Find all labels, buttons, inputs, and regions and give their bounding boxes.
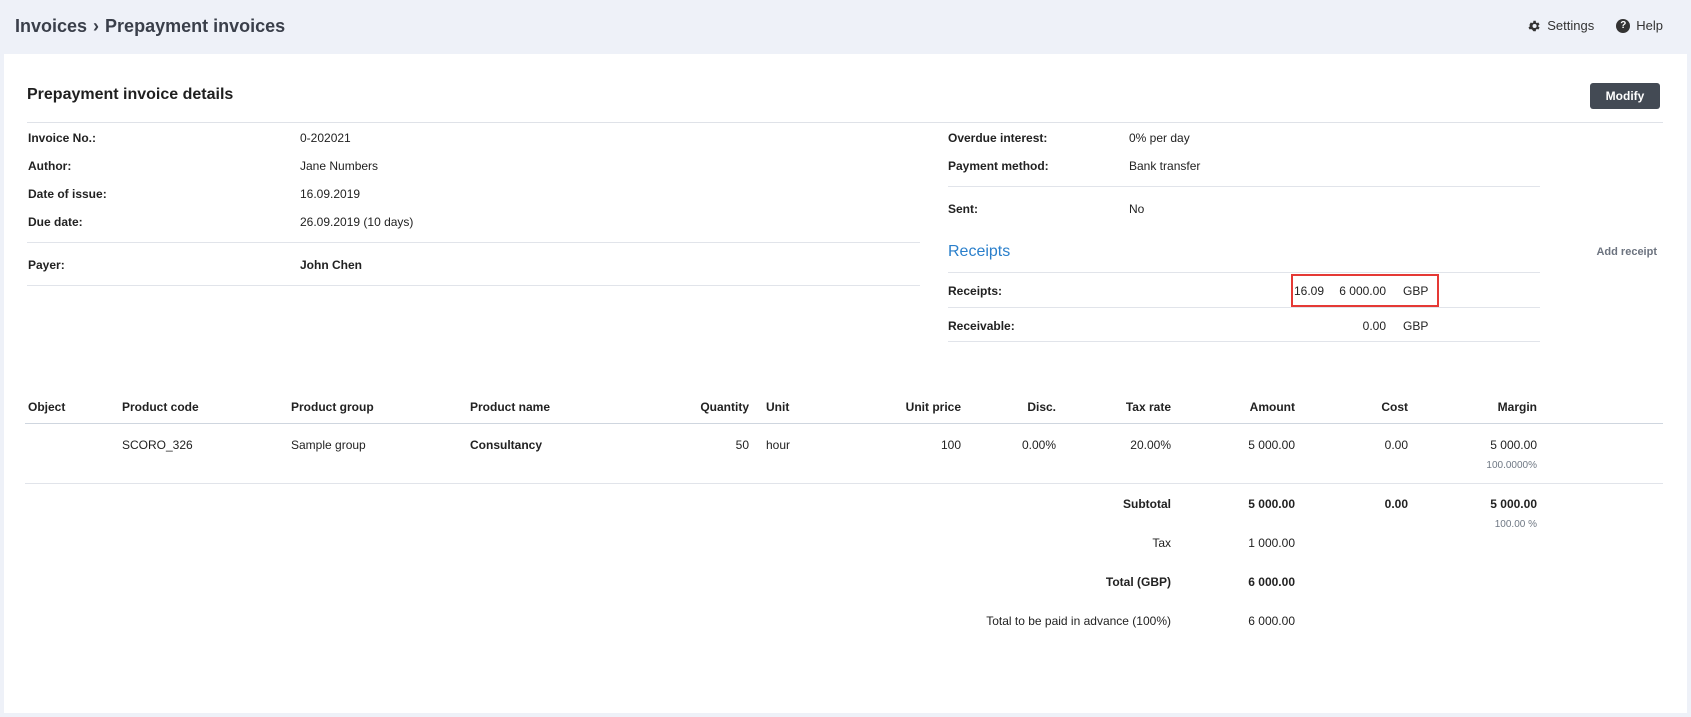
subtotal-cost: 0.00 [1384,497,1408,511]
table-row-divider [25,483,1663,484]
receivable-label: Receivable: [948,319,1015,333]
overdue-interest-value: 0% per day [1129,131,1190,145]
advance-total-label: Total to be paid in advance (100%) [986,614,1171,628]
payer-label: Payer: [28,258,65,272]
top-bar: Invoices › Prepayment invoices Settings ? … [0,0,1691,54]
date-of-issue-label: Date of issue: [28,187,107,201]
total-label: Total (GBP) [1105,575,1171,589]
cell-tax-rate: 20.00% [1130,438,1171,452]
gear-icon [1528,20,1540,31]
cell-margin: 5 000.00 [1490,438,1537,452]
cell-cost: 0.00 [1384,438,1408,452]
divider [27,285,920,286]
divider [948,307,1540,308]
cell-unit-price: 100 [940,438,961,452]
receipts-label: Receipts: [948,284,1003,298]
divider [948,186,1540,187]
modify-button[interactable]: Modify [1590,83,1660,109]
cell-quantity: 50 [735,438,749,452]
column-header-quantity: Quantity [700,400,749,414]
column-header-product-name: Product name [470,400,551,414]
question-circle-icon: ? [1616,18,1631,33]
payment-method-value: Bank transfer [1129,159,1201,173]
cell-product-name: Consultancy [470,438,543,452]
top-actions: Settings ? Help [1527,18,1663,33]
tax-amount: 1 000.00 [1248,536,1295,550]
date-of-issue-value: 16.09.2019 [300,187,361,201]
column-header-object: Object [28,400,66,414]
subtotal-label: Subtotal [1123,497,1171,511]
invoice-no-value: 0-202021 [300,131,351,145]
help-link[interactable]: ? Help [1616,18,1663,33]
breadcrumb-root-link[interactable]: Invoices [15,16,87,36]
receipt-highlight [1291,274,1439,307]
advance-total-amount: 6 000.00 [1248,614,1295,628]
column-header-disc: Disc. [1027,400,1056,414]
column-header-product-code: Product code [122,400,199,414]
breadcrumb-separator: › [93,16,100,36]
author-value: Jane Numbers [300,159,379,173]
column-header-amount: Amount [1249,400,1295,414]
overdue-interest-label: Overdue interest: [948,131,1048,145]
cell-product-code: SCORO_326 [122,438,193,452]
help-label: Help [1636,18,1663,33]
divider [948,341,1540,342]
tax-label: Tax [1152,536,1171,550]
cell-unit: hour [766,438,791,452]
add-receipt-button[interactable]: Add receipt [1596,246,1657,258]
subtotal-amount: 5 000.00 [1248,497,1295,511]
payer-value[interactable]: John Chen [300,258,362,272]
column-header-product-group: Product group [291,400,374,414]
total-amount: 6 000.00 [1248,575,1295,589]
breadcrumb-current: Prepayment invoices [105,16,286,36]
settings-label: Settings [1547,18,1595,33]
sent-label: Sent: [948,202,978,216]
payment-method-label: Payment method: [948,159,1049,173]
breadcrumb: Invoices › Prepayment invoices [15,16,285,37]
column-header-unit: Unit [766,400,790,414]
column-header-margin: Margin [1497,400,1537,414]
subtotal-margin-percent: 100.00 % [1494,519,1537,530]
due-date-value: 26.09.2019 (10 days) [300,215,414,229]
cell-disc: 0.00% [1021,438,1056,452]
author-label: Author: [28,159,72,173]
invoice-details-card: Prepayment invoice details Modify Invoic… [4,54,1687,713]
column-header-cost: Cost [1381,400,1408,414]
cell-margin-percent: 100.0000% [1486,460,1537,471]
column-header-unit-price: Unit price [905,400,961,414]
subtotal-margin: 5 000.00 [1490,497,1537,511]
receipts-heading: Receipts [948,243,1011,260]
column-header-tax-rate: Tax rate [1125,400,1171,414]
receivable-amount: 0.00 [1362,319,1386,333]
invoice-no-label: Invoice No.: [28,131,97,145]
receivable-currency: GBP [1403,319,1429,333]
settings-link[interactable]: Settings [1527,18,1594,33]
cell-product-group: Sample group [291,438,366,452]
due-date-label: Due date: [28,215,83,229]
divider [27,242,920,243]
divider [948,272,1540,273]
page-title: Prepayment invoice details [27,86,234,103]
cell-amount: 5 000.00 [1248,438,1295,452]
sent-value: No [1129,202,1145,216]
title-divider [27,122,1663,123]
table-header-divider [25,423,1663,424]
